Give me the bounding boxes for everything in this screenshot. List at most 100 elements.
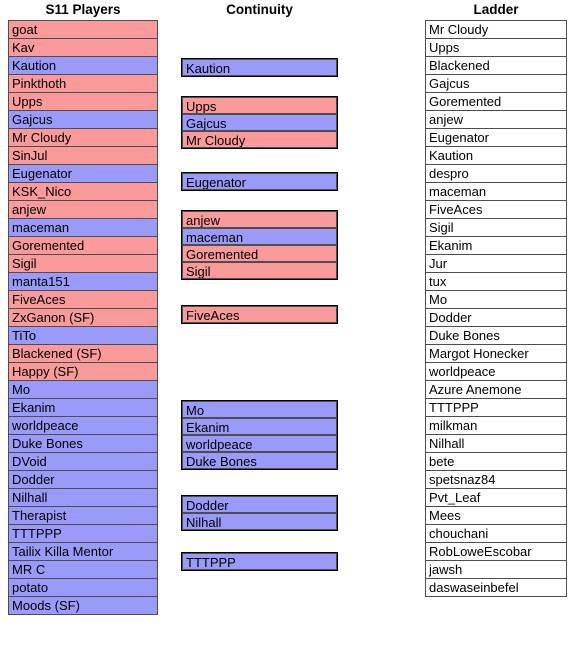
ladder-name-cell: maceman — [425, 182, 567, 201]
ladder-name-cell: Sigil — [425, 218, 567, 237]
player-name-cell: Blackened (SF) — [8, 344, 158, 363]
table-row: Pinkthoth — [8, 74, 158, 93]
ladder-name-cell: worldpeace — [425, 362, 567, 381]
continuity-name-cell: Mo — [182, 401, 337, 418]
table-row: KSK_Nico — [8, 182, 158, 201]
table-row: maceman — [8, 218, 158, 237]
table-row: worldpeace — [425, 362, 567, 381]
table-row: Eugenator — [8, 164, 158, 183]
ladder-body: Mr Cloudy Upps Blackened Gajcus Goremented an… — [425, 20, 567, 597]
column-title-ladder: Ladder — [473, 2, 519, 17]
table-row: Gajcus — [8, 110, 158, 129]
table-row: Upps — [8, 92, 158, 111]
ladder-name-cell: TTTPPP — [425, 398, 567, 417]
table-row: Goremented — [425, 92, 567, 111]
table-row: Therapist — [8, 506, 158, 525]
continuity-name-cell: Dodder — [182, 496, 337, 513]
ladder-name-cell: Kaution — [425, 146, 567, 165]
table-row: worldpeace — [8, 416, 158, 435]
s11-players-table: goat Kav Kaution Pinkthoth Upps Gajcus Mr Clou… — [8, 20, 158, 615]
table-row: tux — [425, 272, 567, 291]
continuity-name-cell: FiveAces — [182, 306, 337, 323]
ladder-name-cell: milkman — [425, 416, 567, 435]
table-row: Tailix Killa Mentor — [8, 542, 158, 561]
table-row: anjew — [425, 110, 567, 129]
player-name-cell: Ekanim — [8, 398, 158, 417]
table-row: TTTPPP — [425, 398, 567, 417]
continuity-group: Mo Ekanim worldpeace Duke Bones — [181, 400, 338, 470]
table-row: Kav — [8, 38, 158, 57]
continuity-group: Dodder Nilhall — [181, 495, 338, 531]
player-name-cell: Therapist — [8, 506, 158, 525]
continuity-name-cell: Sigil — [182, 262, 337, 279]
ladder-name-cell: Mo — [425, 290, 567, 309]
player-name-cell: TiTo — [8, 326, 158, 345]
ladder-name-cell: Margot Honecker — [425, 344, 567, 363]
continuity-name-cell: Ekanim — [182, 418, 337, 435]
ladder-name-cell: Upps — [425, 38, 567, 57]
table-row: MR C — [8, 560, 158, 579]
continuity-name-cell: Kaution — [182, 59, 337, 76]
ladder-name-cell: jawsh — [425, 560, 567, 579]
table-row: Mr Cloudy — [425, 20, 567, 39]
table-row: SinJul — [8, 146, 158, 165]
player-name-cell: Kav — [8, 38, 158, 57]
player-name-cell: Happy (SF) — [8, 362, 158, 381]
table-row: Nilhall — [425, 434, 567, 453]
ladder-name-cell: Blackened — [425, 56, 567, 75]
table-row: Happy (SF) — [8, 362, 158, 381]
table-row: Gajcus — [425, 74, 567, 93]
player-name-cell: manta151 — [8, 272, 158, 291]
table-row: TTTPPP — [8, 524, 158, 543]
table-row: manta151 — [8, 272, 158, 291]
ladder-name-cell: bete — [425, 452, 567, 471]
ladder-table: Mr Cloudy Upps Blackened Gajcus Goremented an… — [425, 20, 567, 597]
player-name-cell: Mr Cloudy — [8, 128, 158, 147]
table-row: anjew — [8, 200, 158, 219]
table-row: TiTo — [8, 326, 158, 345]
table-row: Mo — [425, 290, 567, 309]
player-name-cell: DVoid — [8, 452, 158, 471]
ladder-name-cell: Eugenator — [425, 128, 567, 147]
table-row: Blackened — [425, 56, 567, 75]
continuity-name-cell: Gajcus — [182, 114, 337, 131]
continuity-name-cell: maceman — [182, 228, 337, 245]
player-name-cell: potato — [8, 578, 158, 597]
table-row: Kaution — [425, 146, 567, 165]
continuity-name-cell: Nilhall — [182, 513, 337, 530]
ladder-name-cell: spetsnaz84 — [425, 470, 567, 489]
player-name-cell: anjew — [8, 200, 158, 219]
s11-players-body: goat Kav Kaution Pinkthoth Upps Gajcus Mr Clou… — [8, 20, 158, 615]
column-s11-players: S11 Players goat Kav Kaution Pinkthoth Upps G… — [8, 0, 158, 615]
table-row: goat — [8, 20, 158, 39]
roster-board: S11 Players goat Kav Kaution Pinkthoth Upps G… — [0, 0, 578, 654]
table-row: Nilhall — [8, 488, 158, 507]
player-name-cell: worldpeace — [8, 416, 158, 435]
player-name-cell: Gajcus — [8, 110, 158, 129]
player-name-cell: Nilhall — [8, 488, 158, 507]
table-row: Mees — [425, 506, 567, 525]
continuity-groups: Kaution Upps Gajcus Mr Cloudy Eugenator anjew… — [181, 20, 338, 654]
column-title-s11-players: S11 Players — [45, 2, 121, 17]
ladder-name-cell: daswaseinbefel — [425, 578, 567, 597]
table-row: Margot Honecker — [425, 344, 567, 363]
player-name-cell: ZxGanon (SF) — [8, 308, 158, 327]
ladder-name-cell: chouchani — [425, 524, 567, 543]
continuity-name-cell: Duke Bones — [182, 452, 337, 469]
table-row: Jur — [425, 254, 567, 273]
player-name-cell: Dodder — [8, 470, 158, 489]
table-row: spetsnaz84 — [425, 470, 567, 489]
ladder-name-cell: despro — [425, 164, 567, 183]
continuity-group: Upps Gajcus Mr Cloudy — [181, 96, 338, 149]
ladder-name-cell: Ekanim — [425, 236, 567, 255]
ladder-name-cell: Dodder — [425, 308, 567, 327]
table-row: Azure Anemone — [425, 380, 567, 399]
player-name-cell: FiveAces — [8, 290, 158, 309]
table-row: Upps — [425, 38, 567, 57]
ladder-name-cell: Duke Bones — [425, 326, 567, 345]
player-name-cell: Upps — [8, 92, 158, 111]
player-name-cell: TTTPPP — [8, 524, 158, 543]
table-row: bete — [425, 452, 567, 471]
continuity-name-cell: anjew — [182, 211, 337, 228]
table-row: Pvt_Leaf — [425, 488, 567, 507]
